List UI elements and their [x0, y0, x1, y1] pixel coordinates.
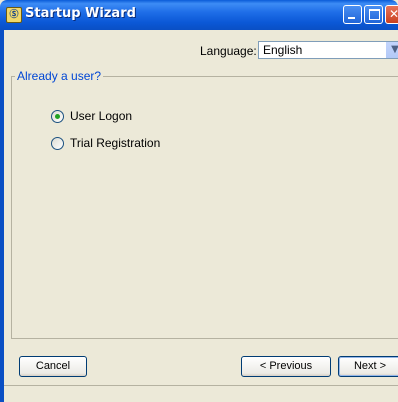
radio-label: User Logon: [70, 109, 133, 123]
chevron-down-icon[interactable]: ▼: [386, 42, 398, 58]
minimize-button[interactable]: [343, 5, 362, 24]
radio-button[interactable]: [51, 136, 64, 150]
group-title: Already a user?: [15, 69, 104, 83]
language-value: English: [263, 43, 303, 57]
cancel-button[interactable]: Cancel: [19, 356, 87, 377]
language-select[interactable]: English ▼: [258, 41, 398, 59]
previous-button[interactable]: < Previous: [241, 356, 331, 377]
window-border: [0, 30, 4, 402]
close-button[interactable]: [385, 5, 398, 24]
divider: [4, 385, 398, 386]
radio-trial-registration[interactable]: Trial Registration: [51, 136, 160, 150]
radio-user-logon[interactable]: User Logon: [51, 109, 132, 123]
maximize-button[interactable]: [364, 5, 383, 24]
window-title: Startup Wizard: [25, 6, 136, 21]
app-icon: Ⓢ: [6, 7, 22, 23]
title-bar: Ⓢ Startup Wizard: [0, 0, 398, 30]
next-button[interactable]: Next >: [338, 356, 398, 377]
radio-button-checked[interactable]: [51, 109, 64, 123]
language-label: Language:: [200, 44, 257, 58]
radio-label: Trial Registration: [70, 136, 161, 150]
